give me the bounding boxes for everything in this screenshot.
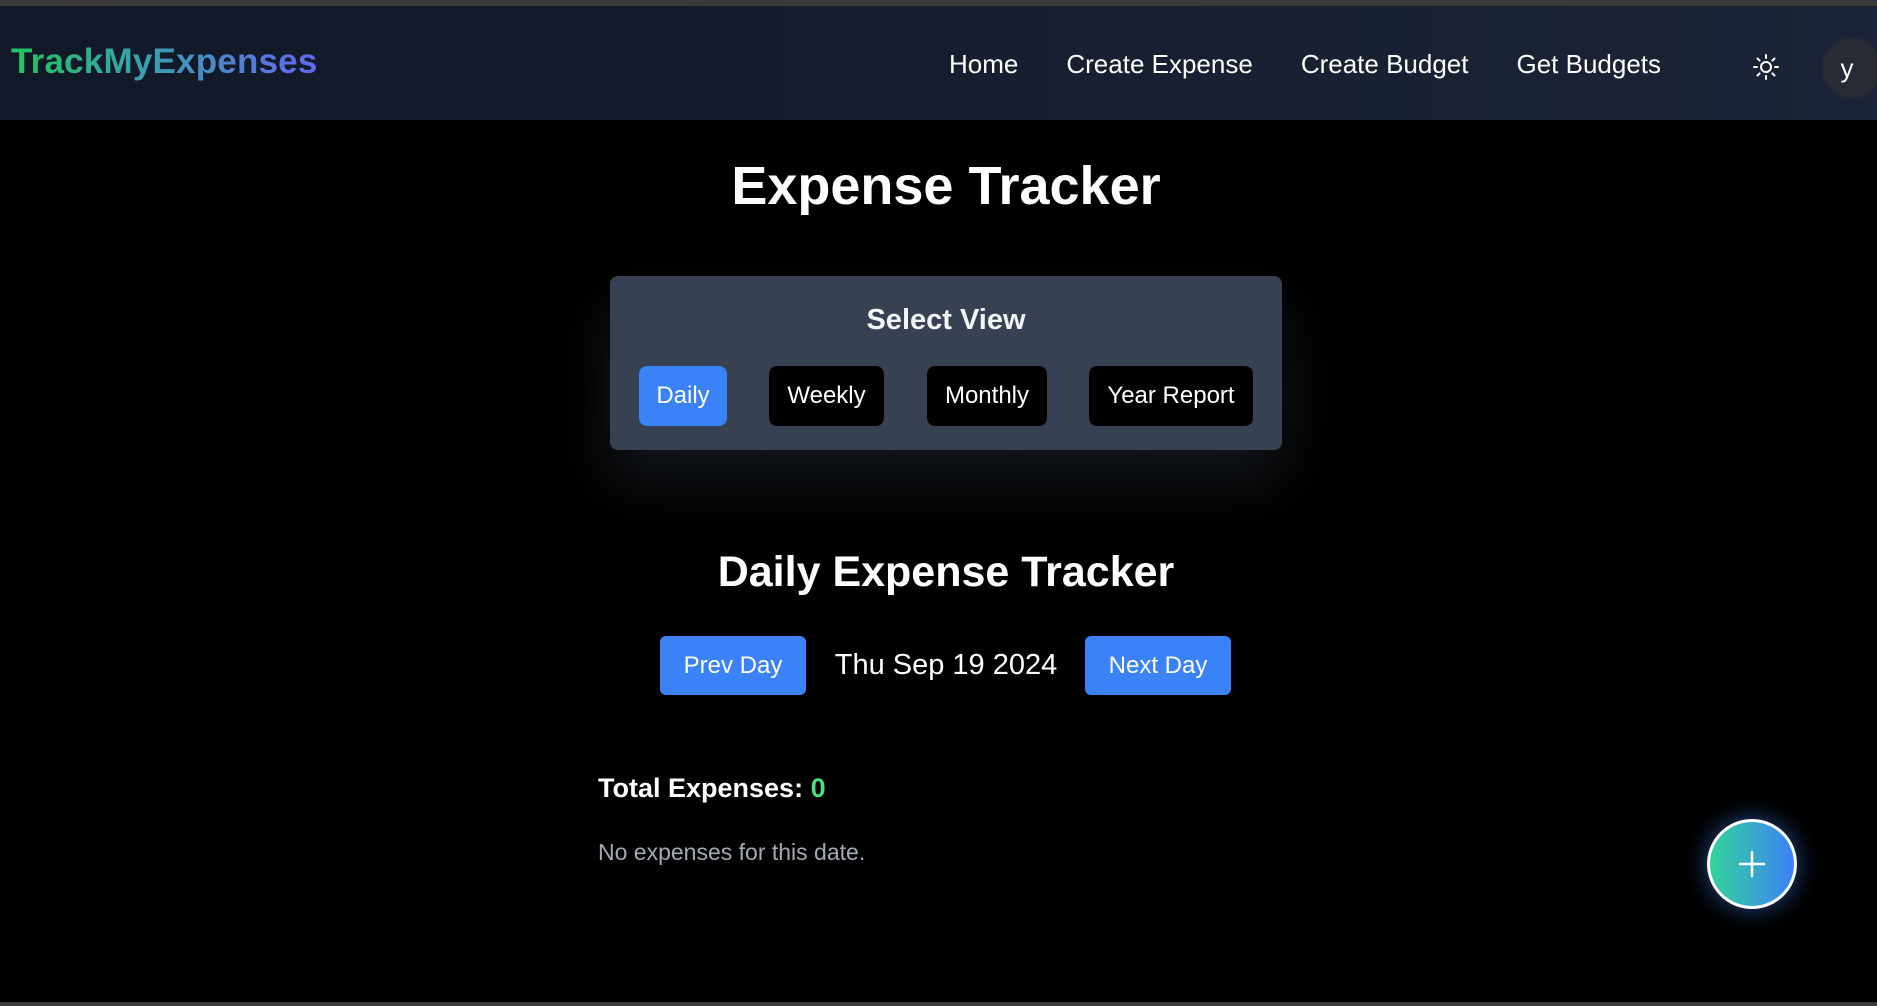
next-day-button[interactable]: Next Day bbox=[1085, 636, 1231, 695]
nav-link-create-budget[interactable]: Create Budget bbox=[1301, 49, 1469, 80]
page-title: Expense Tracker bbox=[731, 156, 1161, 216]
sun-icon bbox=[1753, 54, 1779, 80]
total-expenses-value: 0 bbox=[810, 773, 826, 803]
empty-expenses-message: No expenses for this date. bbox=[598, 839, 866, 865]
current-date: Thu Sep 19 2024 bbox=[834, 649, 1058, 681]
plus-icon bbox=[1738, 850, 1766, 878]
view-year-report-button[interactable]: Year Report bbox=[1089, 366, 1253, 426]
add-expense-fab[interactable] bbox=[1707, 819, 1797, 909]
view-daily-button[interactable]: Daily bbox=[639, 366, 727, 426]
window-bottom-edge bbox=[0, 1002, 1877, 1006]
theme-toggle-button[interactable] bbox=[1751, 52, 1781, 82]
nav-links: Home Create Expense Create Budget Get Bu… bbox=[949, 49, 1661, 80]
view-selector-card: Select View Daily Weekly Monthly Year Re… bbox=[610, 276, 1282, 450]
user-avatar[interactable]: y bbox=[1822, 38, 1877, 98]
nav-link-create-expense[interactable]: Create Expense bbox=[1066, 49, 1252, 80]
total-expenses: Total Expenses: 0 bbox=[598, 773, 826, 804]
navbar: TrackMyExpenses Home Create Expense Crea… bbox=[0, 6, 1877, 120]
nav-link-home[interactable]: Home bbox=[949, 49, 1018, 80]
nav-link-get-budgets[interactable]: Get Budgets bbox=[1516, 49, 1661, 80]
view-weekly-button[interactable]: Weekly bbox=[769, 366, 884, 426]
prev-day-button[interactable]: Prev Day bbox=[660, 636, 806, 695]
total-expenses-label: Total Expenses: bbox=[598, 773, 804, 803]
view-monthly-button[interactable]: Monthly bbox=[927, 366, 1047, 426]
avatar-initial: y bbox=[1840, 52, 1854, 83]
daily-tracker-title: Daily Expense Tracker bbox=[717, 548, 1175, 596]
view-selector-title: Select View bbox=[866, 304, 1026, 336]
brand-logo[interactable]: TrackMyExpenses bbox=[11, 42, 318, 82]
